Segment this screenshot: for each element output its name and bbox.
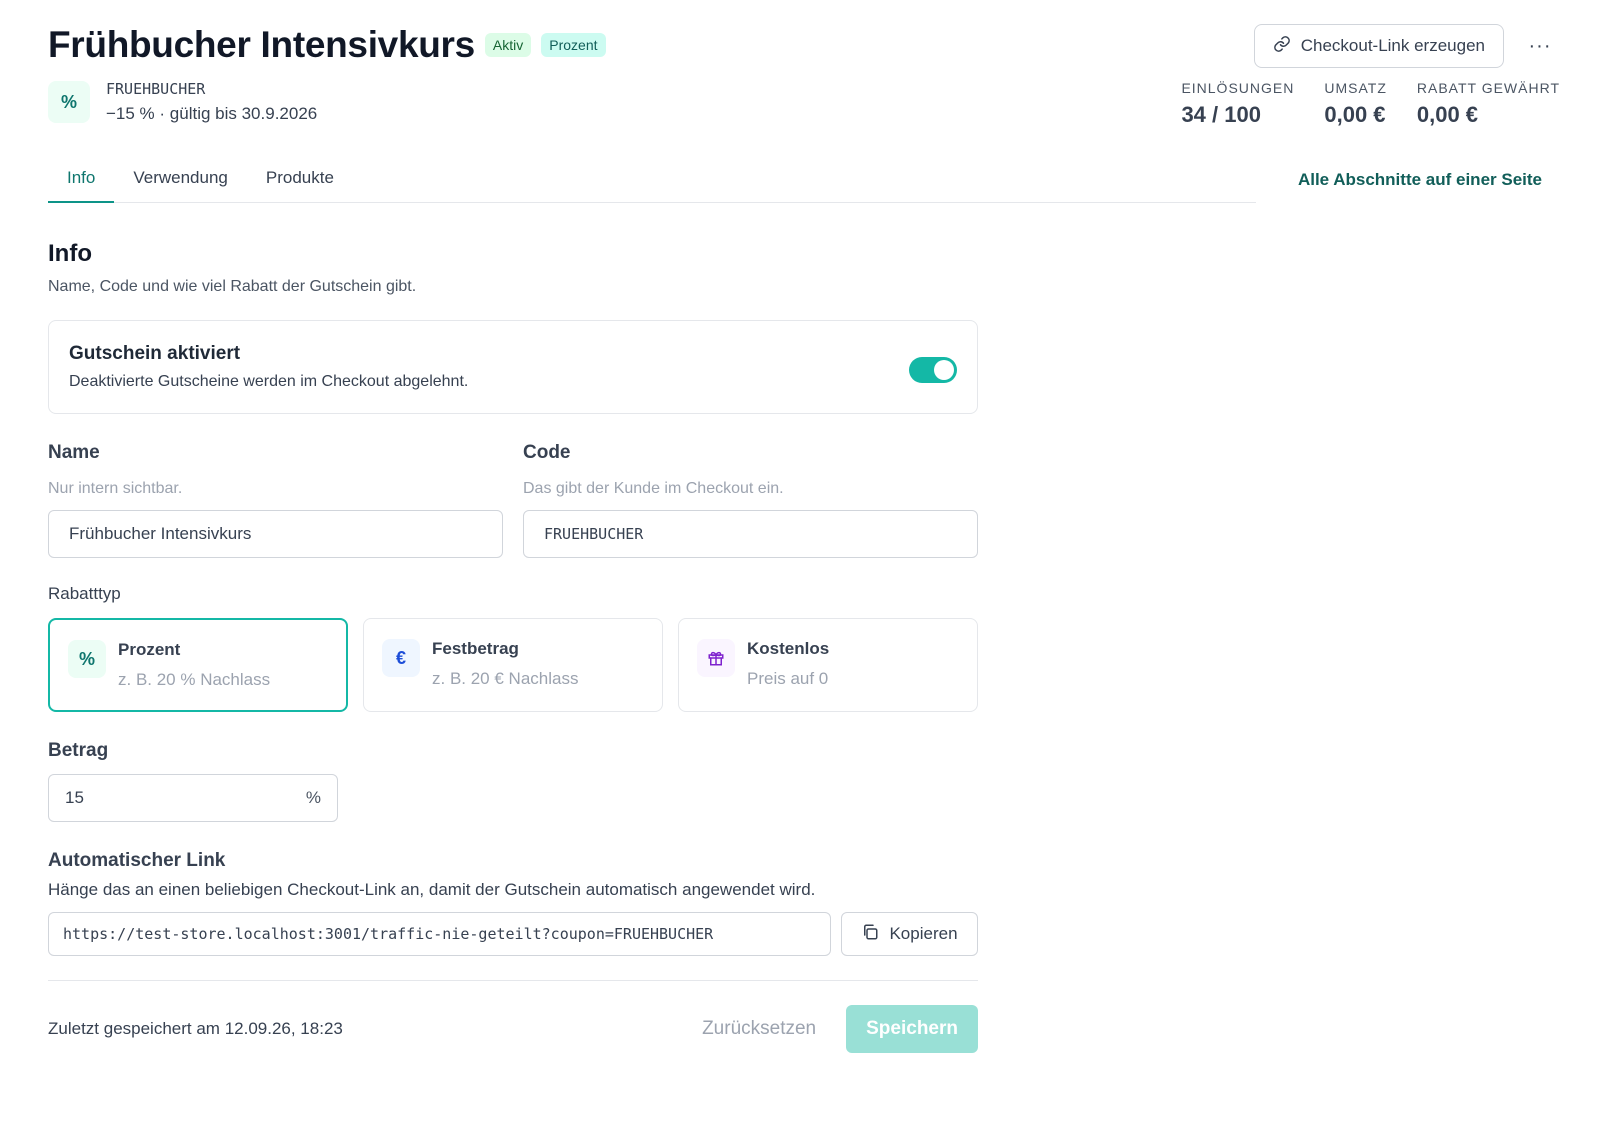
- all-sections-link[interactable]: Alle Abschnitte auf einer Seite: [1298, 170, 1542, 190]
- copy-icon: [861, 923, 879, 946]
- stat-revenue: UMSATZ 0,00 €: [1324, 80, 1387, 128]
- save-button[interactable]: Speichern: [846, 1005, 978, 1053]
- status-badge: Aktiv: [484, 33, 532, 57]
- tab-info[interactable]: Info: [48, 158, 115, 203]
- name-field-group: Name Nur intern sichtbar. Frühbucher Int…: [48, 442, 503, 558]
- form-footer: Zuletzt gespeichert am 12.09.26, 18:23 Z…: [48, 1005, 978, 1053]
- toggle-knob: [934, 360, 954, 380]
- activation-title: Gutschein aktiviert: [69, 343, 241, 364]
- percent-icon: %: [68, 640, 106, 678]
- checkout-link-button[interactable]: Checkout-Link erzeugen: [1253, 24, 1504, 68]
- type-subtitle: z. B. 20 € Nachlass: [432, 669, 579, 688]
- discount-type-free[interactable]: Kostenlos Preis auf 0: [678, 618, 978, 712]
- percent-icon: %: [48, 81, 90, 123]
- autolink-row: https://test-store.localhost:3001/traffi…: [48, 912, 978, 956]
- footer-actions: Zurücksetzen Speichern: [702, 1005, 978, 1053]
- header-actions: Checkout-Link erzeugen ···: [1253, 24, 1560, 68]
- name-hint: Nur intern sichtbar.: [48, 480, 183, 497]
- coupon-code-label: FRUEHBUCHER: [106, 80, 206, 98]
- discount-type-options: % Prozent z. B. 20 % Nachlass € Festbetr…: [48, 618, 978, 712]
- section-title: Info: [48, 240, 92, 267]
- stat-label: RABATT GEWÄHRT: [1416, 80, 1560, 96]
- euro-icon: €: [382, 639, 420, 677]
- type-title: Prozent: [118, 640, 181, 659]
- type-title: Kostenlos: [747, 639, 830, 658]
- section-subtitle: Name, Code und wie viel Rabatt der Gutsc…: [48, 278, 417, 295]
- name-label: Name: [48, 442, 100, 463]
- gift-icon: [697, 639, 735, 677]
- stat-value: 34 / 100: [1181, 102, 1261, 127]
- activation-subtitle: Deaktivierte Gutscheine werden im Checko…: [69, 373, 469, 390]
- amount-value: 15: [65, 788, 84, 807]
- discount-type-percent[interactable]: % Prozent z. B. 20 % Nachlass: [48, 618, 348, 712]
- page-header: Frühbucher Intensivkurs Aktiv Prozent % …: [48, 24, 1560, 134]
- code-field-group: Code Das gibt der Kunde im Checkout ein.…: [523, 442, 978, 558]
- stat-discount-granted: RABATT GEWÄHRT 0,00 €: [1417, 80, 1560, 128]
- more-options-icon[interactable]: ···: [1520, 26, 1560, 66]
- stat-value: 0,00 €: [1324, 102, 1386, 127]
- copy-label: Kopieren: [889, 924, 958, 943]
- name-code-row: Name Nur intern sichtbar. Frühbucher Int…: [48, 442, 978, 558]
- autolink-url-field[interactable]: https://test-store.localhost:3001/traffi…: [48, 912, 831, 956]
- link-icon: [1273, 35, 1291, 58]
- name-input[interactable]: Frühbucher Intensivkurs: [48, 510, 503, 558]
- amount-unit: %: [305, 788, 321, 807]
- autolink-label: Automatischer Link: [48, 850, 226, 871]
- stat-label: EINLÖSUNGEN: [1181, 80, 1295, 96]
- info-section: Info Name, Code und wie viel Rabatt der …: [48, 240, 978, 1053]
- type-subtitle: z. B. 20 % Nachlass: [118, 670, 271, 689]
- page-title: Frühbucher Intensivkurs: [48, 24, 475, 65]
- stat-redemptions: EINLÖSUNGEN 34 / 100: [1181, 80, 1294, 128]
- footer-divider: [48, 980, 978, 981]
- type-badge: Prozent: [541, 33, 606, 57]
- tab-bar: Info Verwendung Produkte: [48, 158, 1256, 203]
- checkout-link-label: Checkout-Link erzeugen: [1300, 36, 1485, 55]
- code-label: Code: [523, 442, 571, 463]
- stats: EINLÖSUNGEN 34 / 100 UMSATZ 0,00 € RABAT…: [1181, 80, 1560, 128]
- code-hint: Das gibt der Kunde im Checkout ein.: [523, 480, 784, 497]
- coupon-summary: −15 % · gültig bis 30.9.2026: [106, 104, 318, 123]
- amount-input[interactable]: 15 %: [48, 774, 338, 822]
- autolink-subtitle: Hänge das an einen beliebigen Checkout-L…: [48, 880, 816, 899]
- type-title: Festbetrag: [432, 639, 519, 658]
- copy-button[interactable]: Kopieren: [841, 912, 978, 956]
- tab-verwendung[interactable]: Verwendung: [114, 158, 247, 203]
- stat-label: UMSATZ: [1324, 80, 1387, 96]
- last-saved-text: Zuletzt gespeichert am 12.09.26, 18:23: [48, 1019, 343, 1038]
- stat-value: 0,00 €: [1416, 102, 1479, 127]
- reset-button[interactable]: Zurücksetzen: [702, 1018, 816, 1040]
- amount-label: Betrag: [48, 740, 109, 761]
- activation-toggle[interactable]: [909, 357, 957, 383]
- activation-card: Gutschein aktiviert Deaktivierte Gutsche…: [48, 320, 978, 414]
- code-input[interactable]: FRUEHBUCHER: [523, 510, 978, 558]
- discount-type-label: Rabatttyp: [48, 584, 121, 603]
- tab-produkte[interactable]: Produkte: [247, 158, 353, 203]
- type-subtitle: Preis auf 0: [747, 669, 829, 688]
- discount-type-fixed[interactable]: € Festbetrag z. B. 20 € Nachlass: [363, 618, 663, 712]
